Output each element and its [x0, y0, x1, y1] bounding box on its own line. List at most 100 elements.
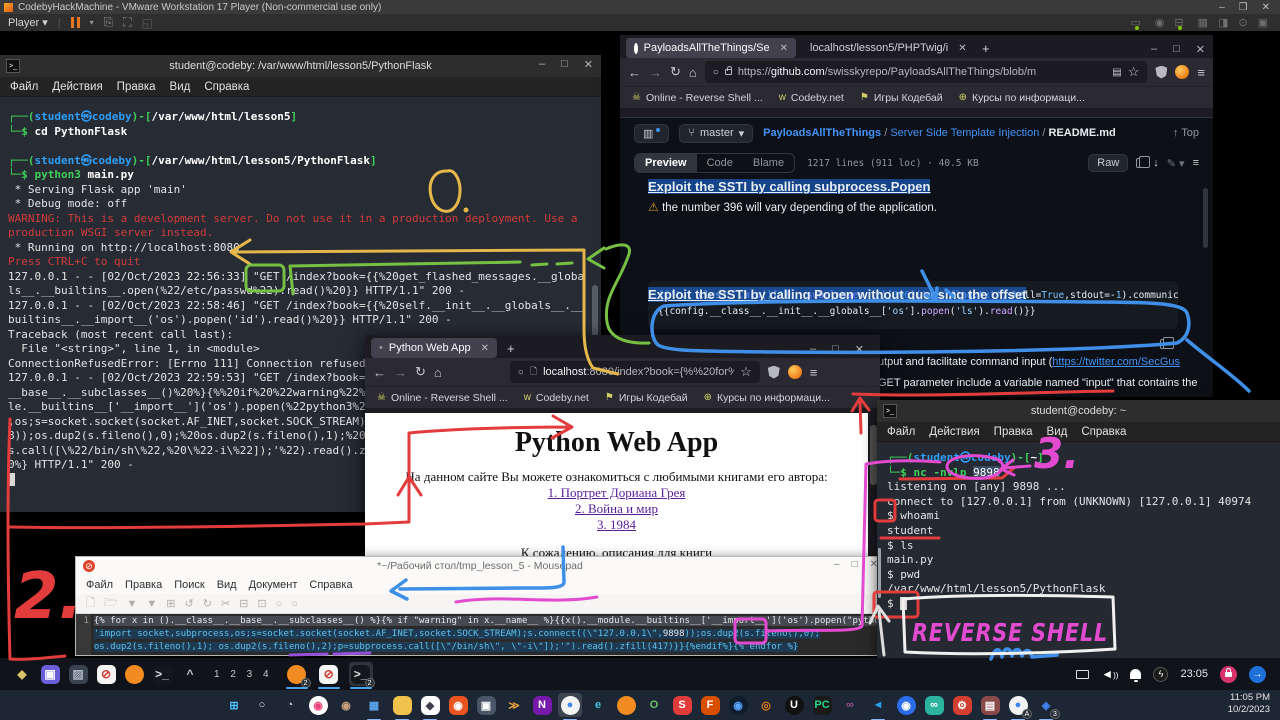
forward-icon[interactable]: → [649, 65, 662, 80]
terminal-menu-item[interactable]: Справка [1081, 426, 1126, 438]
terminal-menu-item[interactable]: Правка [117, 81, 156, 93]
maximize-button[interactable]: □ [1173, 43, 1180, 56]
mousepad-toolbar-icon[interactable]: ○ [276, 598, 283, 610]
vmware-minimize-button[interactable]: – [1219, 2, 1225, 13]
tracking-shield-icon[interactable]: ○ [713, 67, 719, 78]
pocket-shield-icon[interactable] [1155, 66, 1167, 79]
maximize-button[interactable]: □ [561, 58, 568, 71]
back-icon[interactable]: ← [628, 65, 641, 80]
maps-app-icon[interactable]: ◈3 [1034, 693, 1058, 717]
branch-selector-button[interactable]: ⑂ master ▾ [679, 124, 753, 143]
search-icon[interactable]: ○ [250, 693, 274, 717]
adobe-f-app-icon[interactable]: F [698, 693, 722, 717]
close-button[interactable]: ✕ [855, 343, 864, 356]
file-explorer-icon[interactable] [390, 693, 414, 717]
bookmark-item[interactable]: ⊕Курсы по информаци... [704, 392, 830, 404]
forward-icon[interactable]: → [394, 365, 407, 380]
pocket-shield-icon[interactable] [768, 366, 780, 379]
bookmark-item[interactable]: ⚑Игры Кодебай [605, 392, 688, 404]
mousepad-menu-item[interactable]: Файл [86, 579, 113, 591]
back-icon[interactable]: ← [373, 365, 386, 380]
payload-text[interactable]: {% for x in ().__class__.__base__.__subc… [91, 614, 884, 655]
copy-file-icon[interactable] [1136, 158, 1145, 168]
minimize-button[interactable]: – [539, 58, 545, 71]
virtualbox-icon[interactable]: ▣ [474, 693, 498, 717]
copy-code-icon[interactable] [1160, 339, 1169, 349]
minimize-button[interactable]: – [834, 559, 840, 570]
pause-dropdown-icon[interactable]: ▾ [90, 18, 94, 27]
tab-localhost-phptwig[interactable]: localhost/lesson5/PHPTwig/i ✕ [802, 38, 972, 58]
download-icon[interactable]: ↓ [1153, 157, 1159, 169]
terminal-left-titlebar[interactable]: >_ student@codeby: /var/www/html/lesson5… [0, 55, 601, 77]
notifications-bell-icon[interactable] [1130, 669, 1141, 679]
bookmark-item[interactable]: wCodeby.net [524, 392, 589, 404]
menu-icon[interactable]: ≡ [1197, 65, 1205, 80]
shazam-app-icon[interactable]: S [670, 693, 694, 717]
mousepad-toolbar-icon[interactable]: ▼ [127, 598, 138, 610]
portrait-app-icon[interactable]: ◉ [334, 693, 358, 717]
send-ctrl-alt-del-icon[interactable]: ⎘ [104, 15, 114, 30]
bookmark-item[interactable]: ⊕Курсы по информаци... [959, 92, 1085, 104]
unreal-engine-icon[interactable]: U [782, 693, 806, 717]
url-bar[interactable]: ○ https://github.com/swisskyrepo/Payload… [705, 61, 1148, 83]
volume-icon[interactable]: ◄)) [1101, 667, 1118, 681]
outline-icon[interactable]: ≡ [1193, 157, 1199, 169]
pause-vm-button[interactable] [71, 17, 80, 28]
terminal-menu-item[interactable]: Файл [10, 81, 38, 93]
mousepad-toolbar-icon[interactable]: ✂ [221, 597, 230, 610]
terminal-right-titlebar[interactable]: >_ student@codeby: ~ [877, 400, 1280, 422]
file-manager-icon[interactable]: ▨ [66, 662, 90, 686]
close-button[interactable]: ✕ [1196, 43, 1205, 56]
tab-preview[interactable]: Preview [635, 154, 697, 172]
terminal-window-button[interactable]: >_2 [349, 662, 373, 686]
terminal-menu-item[interactable]: Файл [887, 426, 915, 438]
firefox-account-icon[interactable] [788, 365, 802, 379]
terminal-menu-item[interactable]: Действия [52, 81, 102, 93]
teal-app-icon[interactable]: ∞ [922, 693, 946, 717]
mousepad-toolbar-icon[interactable]: ↺ [185, 597, 194, 610]
bookmark-item[interactable]: ☠Online - Reverse Shell ... [632, 92, 763, 104]
screen-lock-icon[interactable] [1220, 666, 1237, 683]
chrome-icon[interactable]: ● [558, 693, 582, 717]
distro-crest-icon[interactable]: ◆ [10, 662, 34, 686]
home-icon[interactable]: ⌂ [689, 65, 697, 80]
player-menu-button[interactable]: Player ▾ [8, 16, 48, 29]
firefox-account-icon[interactable] [1175, 65, 1189, 79]
mousepad-toolbar-icon[interactable]: 🗋 [86, 594, 95, 613]
reload-icon[interactable]: ↻ [670, 64, 681, 80]
expand-arrow-icon[interactable]: ^ [178, 662, 202, 686]
ssti-heading-1[interactable]: Exploit the SSTI by calling subprocess.P… [648, 178, 930, 196]
opera-app-icon[interactable]: O [642, 693, 666, 717]
mousepad-menu-item[interactable]: Вид [217, 579, 237, 591]
chrome-profile-icon[interactable]: ●A [1006, 693, 1030, 717]
scrollbar-thumb[interactable] [870, 425, 877, 485]
bookmark-star-icon[interactable]: ☆ [1128, 64, 1140, 80]
scrollbar-thumb[interactable] [1203, 188, 1208, 248]
maximize-button[interactable]: □ [852, 559, 858, 570]
obsidian-app-icon[interactable]: ◆ [418, 693, 442, 717]
color-wheel-app-icon[interactable]: ◉ [306, 693, 330, 717]
new-tab-button[interactable]: + [982, 41, 990, 56]
terminal-menu-item[interactable]: Вид [170, 81, 191, 93]
mousepad-window-button[interactable]: ⊘ [317, 662, 341, 686]
terminal-menu-item[interactable]: Правка [994, 426, 1033, 438]
mousepad-titlebar[interactable]: ⊘ *~/Рабочий стол/tmp_lesson_5 - Mousepa… [76, 557, 884, 575]
tab-close-icon[interactable]: ✕ [958, 43, 966, 54]
book-link-3[interactable]: 3. 1984 [597, 517, 636, 532]
mousepad-toolbar-icon[interactable]: ⊞ [166, 597, 175, 610]
mousepad-toolbar-icon[interactable]: ▼ [146, 598, 157, 610]
mousepad-menu-item[interactable]: Документ [249, 579, 298, 591]
tab-blame[interactable]: Blame [743, 154, 794, 172]
book-link-1[interactable]: 1. Портрет Дориана Грея [548, 485, 686, 500]
maximize-button[interactable]: □ [832, 343, 839, 356]
sidebar-toggle-icon[interactable]: ▥ [634, 124, 669, 143]
display-device-icon[interactable]: ▭ [1130, 16, 1144, 29]
vmware-maximize-button[interactable]: ❐ [1239, 2, 1248, 13]
mousepad-menu-item[interactable]: Справка [309, 579, 352, 591]
pin-app-icon[interactable]: ◉ [894, 693, 918, 717]
tab-close-icon[interactable]: ✕ [780, 43, 788, 54]
vm-clock[interactable]: 23:05 [1180, 668, 1208, 680]
new-tab-button[interactable]: + [507, 341, 515, 356]
reader-mode-icon[interactable]: ▤ [1112, 67, 1121, 78]
raw-button[interactable]: Raw [1088, 154, 1128, 172]
